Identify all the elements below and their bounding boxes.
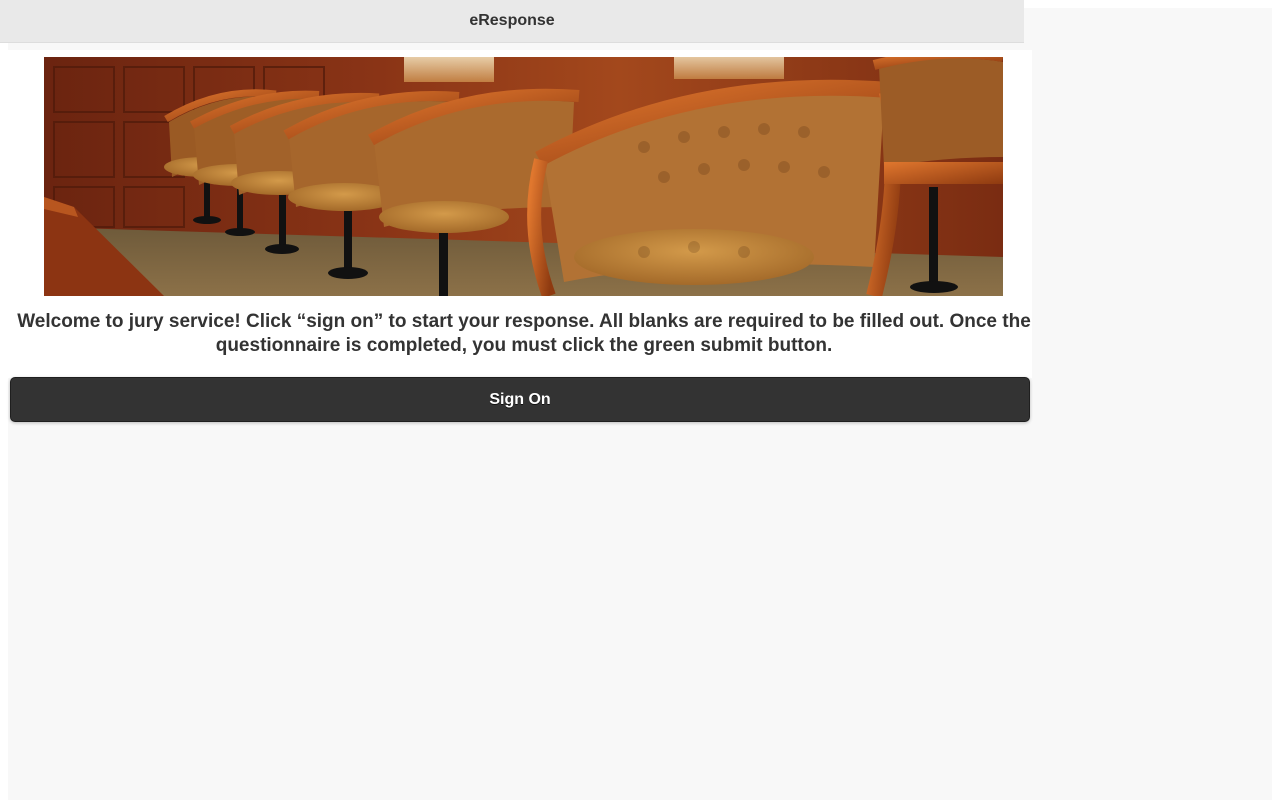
welcome-message: Welcome to jury service! Click “sign on”… xyxy=(17,311,1031,356)
sign-on-button[interactable]: Sign On xyxy=(10,377,1030,422)
header-bar: eResponse xyxy=(0,0,1024,43)
sign-on-button-label: Sign On xyxy=(489,390,551,408)
main-content: Welcome to jury service! Click “sign on”… xyxy=(8,50,1032,378)
jury-box-banner-image xyxy=(44,57,1003,296)
page-title: eResponse xyxy=(469,12,555,29)
